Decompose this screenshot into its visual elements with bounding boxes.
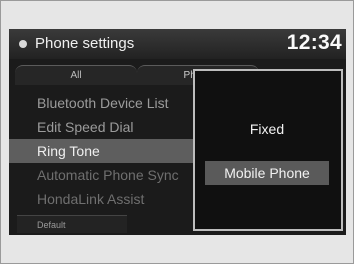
list-item-bluetooth-device-list[interactable]: Bluetooth Device List [9,91,209,115]
list-item-automatic-phone-sync[interactable]: Automatic Phone Sync [9,163,209,187]
menu-bullet-icon [19,40,27,48]
list-item-hondalink-assist[interactable]: HondaLink Assist [9,187,209,211]
option-fixed[interactable]: Fixed [205,117,329,141]
display-screen: Phone settings 12:34 All Phone Bluetooth… [9,29,346,235]
list-item-edit-speed-dial[interactable]: Edit Speed Dial [9,115,209,139]
default-button[interactable]: Default [17,215,127,233]
list-item-ring-tone[interactable]: Ring Tone [9,139,209,163]
header-bar: Phone settings 12:34 [9,29,346,59]
figure-frame: Phone settings 12:34 All Phone Bluetooth… [0,0,354,264]
clock: 12:34 [286,31,342,54]
tab-all[interactable]: All [15,65,137,85]
page-title: Phone settings [35,35,135,52]
ring-tone-popup: Fixed Mobile Phone [193,69,343,231]
settings-list: Bluetooth Device List Edit Speed Dial Ri… [9,91,209,211]
option-mobile-phone[interactable]: Mobile Phone [205,161,329,185]
